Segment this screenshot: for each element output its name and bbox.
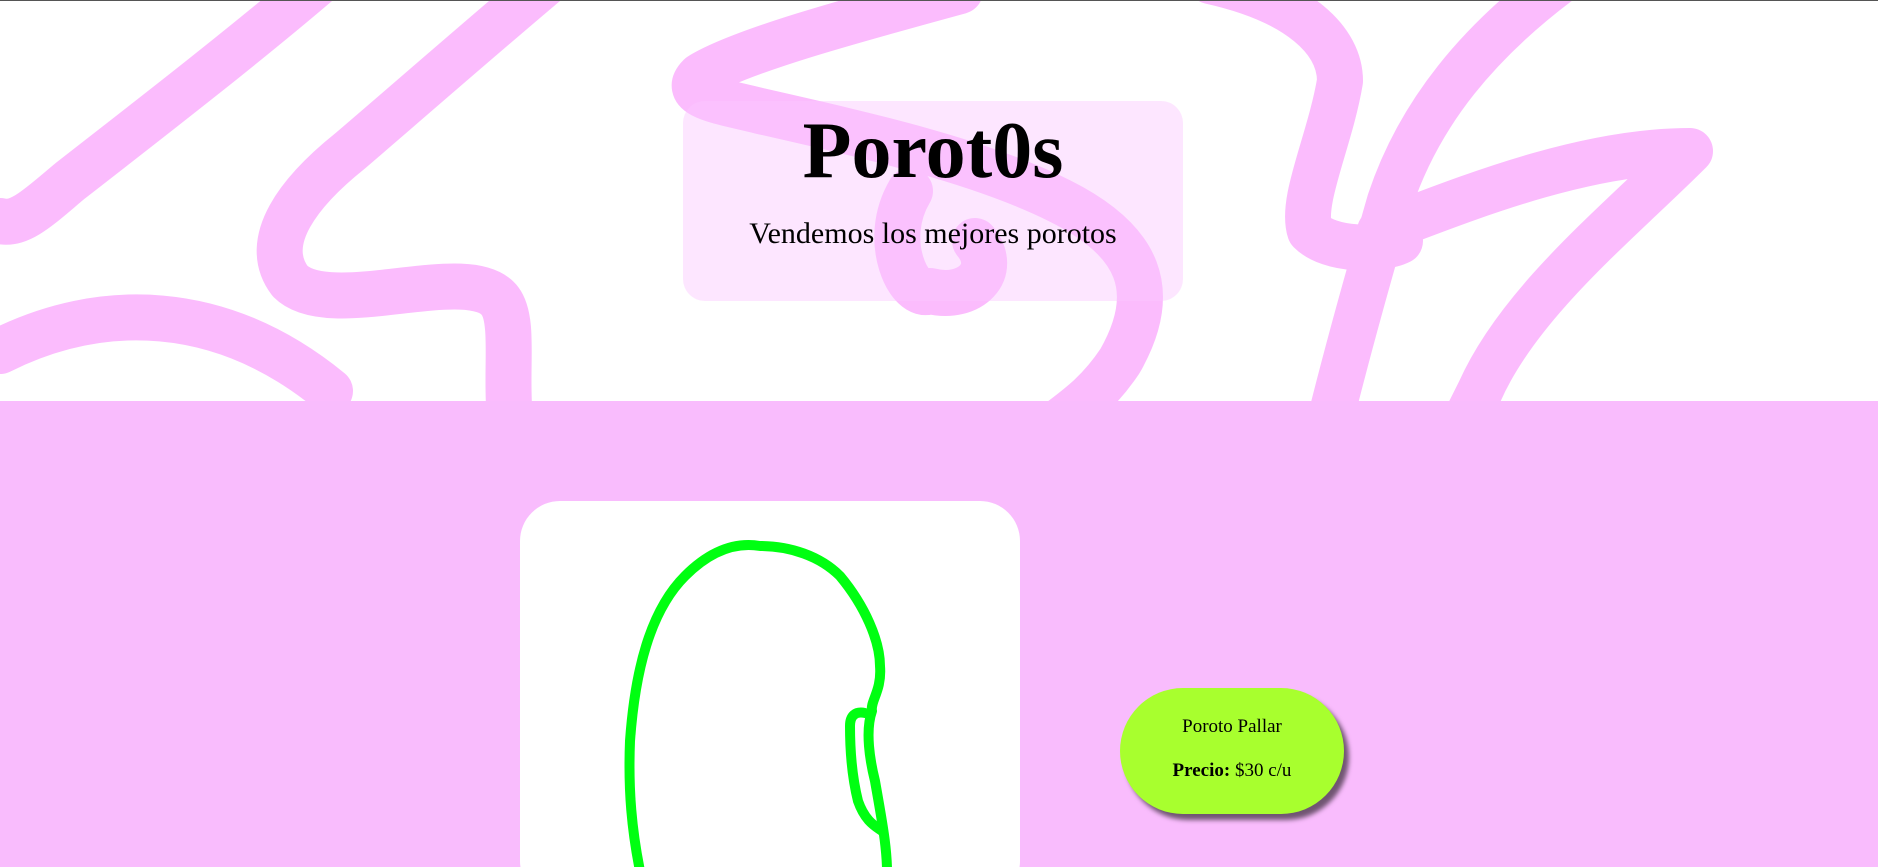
products-section: Poroto Pallar Precio: $30 c/u [0, 401, 1878, 867]
price-label: Precio: [1172, 760, 1231, 781]
price-value: $30 c/u [1234, 760, 1292, 781]
product-info-pill[interactable]: Poroto Pallar Precio: $30 c/u [1120, 688, 1344, 814]
product-price: Precio: $30 c/u [1120, 760, 1344, 782]
page-subtitle: Vendemos los mejores porotos [749, 217, 1117, 250]
bean-drawing-icon [624, 540, 892, 867]
product-name: Poroto Pallar [1182, 716, 1282, 737]
title-box: Porot0s Vendemos los mejores porotos [683, 101, 1183, 301]
product-image-card [520, 501, 1020, 867]
hero-section: Porot0s Vendemos los mejores porotos [0, 1, 1878, 401]
page-title: Porot0s [802, 107, 1064, 195]
